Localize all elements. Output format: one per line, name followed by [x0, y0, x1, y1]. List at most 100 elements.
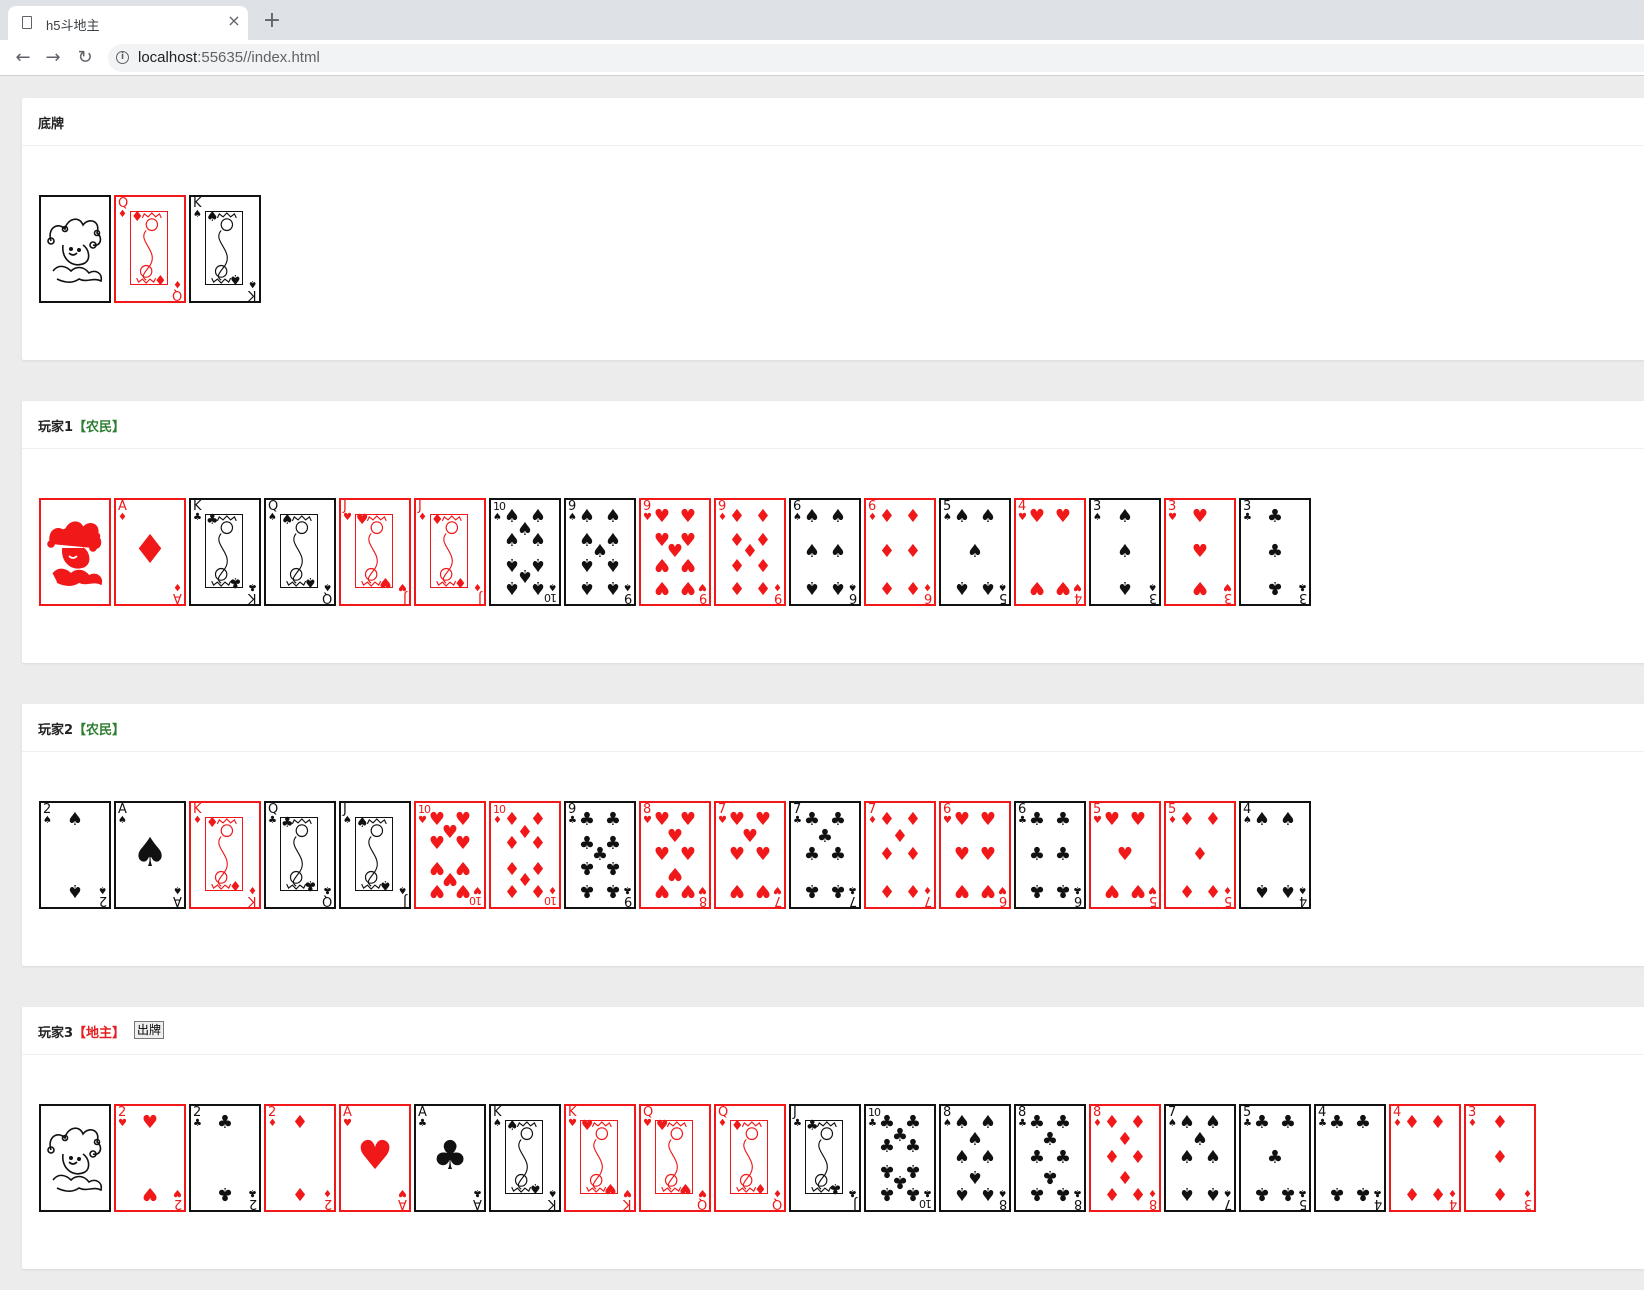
- playing-card[interactable]: 7 ♦ 7 ♦ ♦ ♦ ♦ ♦ ♦ ♦ ♦: [864, 801, 936, 909]
- playing-card[interactable]: 6 ♥ 6 ♥ ♥ ♥ ♥ ♥ ♥ ♥: [939, 801, 1011, 909]
- playing-card[interactable]: K ♦ K ♦ ♦ ♦: [189, 801, 261, 909]
- hearts-icon: ♥: [653, 880, 671, 901]
- playing-card[interactable]: 3 ♥ 3 ♥ ♥ ♥ ♥: [1164, 498, 1236, 606]
- playing-card[interactable]: 10 ♦ 10 ♦ ♦ ♦ ♦ ♦ ♦ ♦ ♦ ♦ ♦ ♦: [489, 801, 561, 909]
- playing-card[interactable]: 5 ♥ 5 ♥ ♥ ♥ ♥ ♥ ♥: [1089, 801, 1161, 909]
- playing-card[interactable]: Q ♣ Q ♣ ♣ ♣: [264, 801, 336, 909]
- hearts-icon: ♥: [998, 884, 1007, 895]
- clubs-icon: ♣: [803, 880, 821, 901]
- back-arrow-icon[interactable]: ←: [10, 45, 36, 71]
- diamonds-icon: ♦: [1429, 1183, 1447, 1204]
- url-text[interactable]: localhost:55635//index.html: [138, 49, 320, 66]
- playing-card[interactable]: Q ♥ Q ♥ ♥ ♥: [639, 1104, 711, 1212]
- playing-card[interactable]: 9 ♣ 9 ♣ ♣ ♣ ♣ ♣ ♣ ♣ ♣ ♣ ♣: [564, 801, 636, 909]
- playing-card[interactable]: A ♣ A ♣ ♣: [414, 1104, 486, 1212]
- playing-card[interactable]: 9 ♦ 9 ♦ ♦ ♦ ♦ ♦ ♦ ♦ ♦ ♦ ♦: [714, 498, 786, 606]
- playing-card[interactable]: 7 ♥ 7 ♥ ♥ ♥ ♥ ♥ ♥ ♥ ♥: [714, 801, 786, 909]
- hearts-icon: ♥: [173, 1187, 182, 1198]
- diamonds-icon: ♦: [1429, 1112, 1447, 1133]
- playing-card[interactable]: 4 ♥ 4 ♥ ♥ ♥ ♥ ♥: [1014, 498, 1086, 606]
- forward-arrow-icon[interactable]: →: [40, 45, 66, 71]
- playing-card[interactable]: 10 ♥ 10 ♥ ♥ ♥ ♥ ♥ ♥ ♥ ♥ ♥ ♥ ♥: [414, 801, 486, 909]
- playing-card[interactable]: 9 ♥ 9 ♥ ♥ ♥ ♥ ♥ ♥ ♥ ♥ ♥ ♥: [639, 498, 711, 606]
- reload-icon[interactable]: ↻: [72, 45, 98, 71]
- browser-toolbar: ← → ↻ i localhost:55635//index.html: [0, 40, 1644, 76]
- address-bar[interactable]: i localhost:55635//index.html: [108, 44, 1644, 72]
- playing-card[interactable]: 3 ♠ 3 ♠ ♠ ♠ ♠: [1089, 498, 1161, 606]
- panel-title: 玩家3【地主】: [38, 1022, 125, 1041]
- diamonds-icon: ♦: [503, 880, 521, 901]
- playing-card[interactable]: 6 ♠ 6 ♠ ♠ ♠ ♠ ♠ ♠ ♠: [789, 498, 861, 606]
- playing-card[interactable]: 5 ♦ 5 ♦ ♦ ♦ ♦ ♦ ♦: [1164, 801, 1236, 909]
- playing-card[interactable]: 8 ♦ 8 ♦ ♦ ♦ ♦ ♦ ♦ ♦ ♦ ♦: [1089, 1104, 1161, 1212]
- playing-card[interactable]: Q ♦ Q ♦ ♦ ♦: [114, 195, 186, 303]
- spades-icon: ♠: [1223, 1187, 1232, 1198]
- new-tab-icon[interactable]: +: [260, 9, 284, 33]
- play-cards-button[interactable]: 出牌: [134, 1021, 165, 1039]
- hearts-icon: ♥: [653, 506, 671, 527]
- playing-card[interactable]: 8 ♠ 8 ♠ ♠ ♠ ♠ ♠ ♠ ♠ ♠ ♠: [939, 1104, 1011, 1212]
- spades-icon: ♠: [503, 577, 521, 598]
- close-icon[interactable]: ×: [224, 11, 244, 31]
- clubs-icon: ♣: [923, 1187, 932, 1198]
- clubs-icon: ♣: [1028, 844, 1046, 865]
- playing-card[interactable]: 8 ♥ 8 ♥ ♥ ♥ ♥ ♥ ♥ ♥ ♥ ♥: [639, 801, 711, 909]
- card-rank: 9: [698, 590, 707, 605]
- face-card-figure-icon: ♣ ♣: [205, 513, 243, 590]
- hearts-icon: ♥: [1116, 844, 1134, 865]
- playing-card[interactable]: 6 ♦ 6 ♦ ♦ ♦ ♦ ♦ ♦ ♦: [864, 498, 936, 606]
- playing-card[interactable]: 7 ♣ 7 ♣ ♣ ♣ ♣ ♣ ♣ ♣ ♣: [789, 801, 861, 909]
- playing-card[interactable]: 2 ♠ 2 ♠ ♠ ♠: [39, 801, 111, 909]
- info-icon[interactable]: i: [116, 51, 129, 64]
- playing-card[interactable]: 9 ♠ 9 ♠ ♠ ♠ ♠ ♠ ♠ ♠ ♠ ♠ ♠: [564, 498, 636, 606]
- playing-card[interactable]: 4 ♦ 4 ♦ ♦ ♦ ♦ ♦: [1389, 1104, 1461, 1212]
- playing-card[interactable]: 4 ♠ 4 ♠ ♠ ♠ ♠ ♠: [1239, 801, 1311, 909]
- playing-card[interactable]: 6 ♣ 6 ♣ ♣ ♣ ♣ ♣ ♣ ♣: [1014, 801, 1086, 909]
- playing-card[interactable]: J ♣ J ♣ ♣ ♣: [789, 1104, 861, 1212]
- playing-card[interactable]: [39, 195, 111, 303]
- card-rank: 7: [923, 893, 932, 908]
- playing-card[interactable]: Q ♦ Q ♦ ♦ ♦: [714, 1104, 786, 1212]
- playing-card[interactable]: 10 ♠ 10 ♠ ♠ ♠ ♠ ♠ ♠ ♠ ♠ ♠ ♠ ♠: [489, 498, 561, 606]
- playing-card[interactable]: 4 ♣ 4 ♣ ♣ ♣ ♣ ♣: [1314, 1104, 1386, 1212]
- playing-card[interactable]: 5 ♣ 5 ♣ ♣ ♣ ♣ ♣ ♣: [1239, 1104, 1311, 1212]
- playing-card[interactable]: A ♥ A ♥ ♥: [339, 1104, 411, 1212]
- hearts-icon: ♥: [1054, 506, 1072, 527]
- card-rank: Q: [321, 590, 332, 605]
- diamonds-icon: ♦: [1223, 884, 1232, 895]
- clubs-icon: ♣: [1073, 884, 1082, 895]
- playing-card[interactable]: 8 ♣ 8 ♣ ♣ ♣ ♣ ♣ ♣ ♣ ♣ ♣: [1014, 1104, 1086, 1212]
- playing-card[interactable]: 3 ♦ 3 ♦ ♦ ♦ ♦: [1464, 1104, 1536, 1212]
- spades-icon: ♠: [803, 541, 821, 562]
- playing-card[interactable]: A ♠ A ♠ ♠: [114, 801, 186, 909]
- playing-card[interactable]: K ♥ K ♥ ♥ ♥: [564, 1104, 636, 1212]
- face-card-figure-icon: ♠ ♠: [205, 210, 243, 287]
- playing-card[interactable]: 2 ♣ 2 ♣ ♣ ♣: [189, 1104, 261, 1212]
- playing-card[interactable]: J ♠ J ♠ ♠ ♠: [339, 801, 411, 909]
- spades-icon: ♠: [529, 530, 547, 551]
- diamonds-icon: ♦: [1103, 1183, 1121, 1204]
- playing-card[interactable]: 5 ♠ 5 ♠ ♠ ♠ ♠ ♠ ♠: [939, 498, 1011, 606]
- playing-card[interactable]: 2 ♥ 2 ♥ ♥ ♥: [114, 1104, 186, 1212]
- playing-card[interactable]: 7 ♠ 7 ♠ ♠ ♠ ♠ ♠ ♠ ♠ ♠: [1164, 1104, 1236, 1212]
- clubs-icon: ♣: [1266, 577, 1284, 598]
- playing-card[interactable]: 10 ♣ 10 ♣ ♣ ♣ ♣ ♣ ♣ ♣ ♣ ♣ ♣ ♣: [864, 1104, 936, 1212]
- clubs-icon: ♣: [248, 581, 257, 592]
- playing-card[interactable]: [39, 498, 111, 606]
- diamonds-icon: ♦: [878, 577, 896, 598]
- playing-card[interactable]: Q ♠ Q ♠ ♠ ♠: [264, 498, 336, 606]
- playing-card[interactable]: K ♠ K ♠ ♠ ♠: [189, 195, 261, 303]
- playing-card[interactable]: A ♦ A ♦ ♦: [114, 498, 186, 606]
- playing-card[interactable]: 2 ♦ 2 ♦ ♦ ♦: [264, 1104, 336, 1212]
- playing-card[interactable]: J ♥ J ♥ ♥ ♥: [339, 498, 411, 606]
- clubs-icon: ♣: [878, 1136, 896, 1157]
- clubs-icon: ♣: [1028, 1183, 1046, 1204]
- playing-card[interactable]: K ♠ K ♠ ♠ ♠: [489, 1104, 561, 1212]
- playing-card[interactable]: 3 ♣ 3 ♣ ♣ ♣ ♣: [1239, 498, 1311, 606]
- playing-card[interactable]: [39, 1104, 111, 1212]
- spades-icon: ♠: [578, 577, 596, 598]
- diamonds-icon: ♦: [291, 1183, 309, 1204]
- playing-card[interactable]: J ♦ J ♦ ♦ ♦: [414, 498, 486, 606]
- playing-card[interactable]: K ♣ K ♣ ♣ ♣: [189, 498, 261, 606]
- browser-tab[interactable]: h5斗地主 ×: [8, 6, 248, 40]
